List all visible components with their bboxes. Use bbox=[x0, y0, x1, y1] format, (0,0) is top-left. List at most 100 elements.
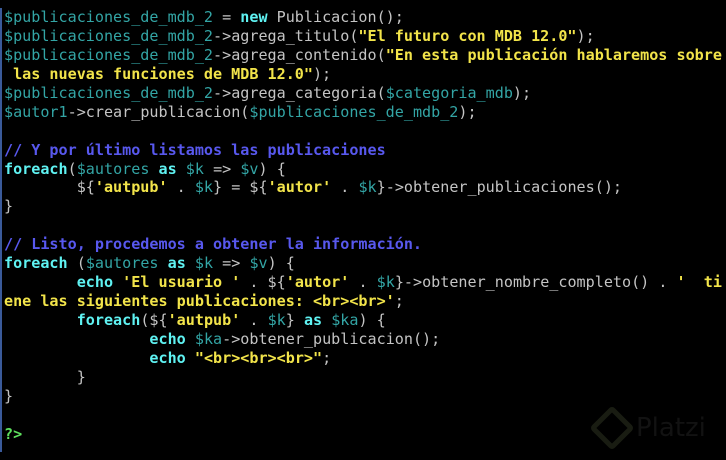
variable-token: $categoria_mdb bbox=[385, 83, 513, 102]
code-line: $publicaciones_de_mdb_2->agrega_titulo("… bbox=[4, 27, 722, 46]
plain-token: = bbox=[213, 8, 241, 26]
plain-token: ->agrega_contenido( bbox=[213, 45, 386, 64]
plain-token: . bbox=[167, 178, 195, 197]
keyword-token: new bbox=[240, 8, 268, 26]
string-token: ' ti bbox=[676, 273, 722, 292]
code-line: $publicaciones_de_mdb_2 = new Publicacio… bbox=[4, 8, 722, 27]
variable-token: $autores bbox=[85, 254, 159, 273]
comment-token: // Listo, procedemos a obtener la inform… bbox=[4, 235, 423, 254]
string-token: 'autpub' bbox=[167, 311, 241, 329]
plain-token: ->crear_publicacion( bbox=[67, 102, 250, 121]
string-token: 'autor' bbox=[285, 273, 350, 292]
variable-token: $k bbox=[267, 311, 286, 329]
keyword-token: echo bbox=[149, 329, 186, 348]
variable-token: $ka bbox=[331, 311, 359, 329]
plain-token: => bbox=[213, 254, 250, 273]
plain-token: . bbox=[240, 311, 268, 329]
variable-token: $k bbox=[376, 273, 395, 292]
string-token: "En esta publicación hablaremos sobre bbox=[385, 45, 722, 64]
keyword-token: echo bbox=[76, 273, 114, 292]
code-line: // Y por último listamos las publicacion… bbox=[4, 141, 722, 160]
code-line: ene las siguientes publicaciones: <br><b… bbox=[4, 292, 722, 311]
keyword-token: as bbox=[303, 311, 323, 329]
string-token: "<br><br><br>" bbox=[194, 348, 323, 367]
plain-token: ); bbox=[458, 102, 477, 121]
variable-token: $publicaciones_de_mdb_2 bbox=[4, 26, 214, 45]
keyword-token: foreach bbox=[76, 311, 141, 329]
code-area[interactable]: $publicaciones_de_mdb_2 = new Publicacio… bbox=[4, 8, 722, 444]
plain-token: } bbox=[4, 386, 14, 405]
plain-token: ); bbox=[312, 64, 332, 83]
string-token: 'autor' bbox=[267, 178, 332, 197]
string-token: 'El usuario ' bbox=[122, 273, 241, 292]
plain-token: Publicacion(); bbox=[267, 8, 404, 26]
code-line: echo "<br><br><br>"; bbox=[4, 349, 722, 368]
code-line: las nuevas funciones de MDB 12.0"); bbox=[4, 65, 722, 84]
variable-token: $v bbox=[249, 254, 268, 273]
plain-token: ( bbox=[67, 254, 86, 273]
keyword-token: foreach bbox=[4, 159, 68, 178]
keyword-token: as bbox=[167, 254, 186, 273]
code-line: echo $ka->obtener_publicacion(); bbox=[4, 330, 722, 349]
plain-token: . ${ bbox=[240, 273, 286, 292]
comment-token: // Y por último listamos las publicacion… bbox=[4, 140, 386, 159]
plain-token: . bbox=[349, 273, 377, 292]
keyword-token: echo bbox=[149, 348, 186, 367]
plain-token: ) { bbox=[358, 311, 386, 329]
variable-token: $autor1 bbox=[4, 102, 68, 121]
code-line: echo 'El usuario ' . ${'autor' . $k}->ob… bbox=[4, 273, 722, 292]
keyword-token: foreach bbox=[4, 254, 68, 273]
plain-token: ${ bbox=[4, 178, 95, 197]
variable-token: $v bbox=[240, 159, 259, 178]
plain-token: ->agrega_titulo( bbox=[213, 26, 359, 45]
code-line: $publicaciones_de_mdb_2->agrega_contenid… bbox=[4, 46, 722, 65]
plain-token: ( bbox=[67, 159, 77, 178]
code-line: } bbox=[4, 197, 722, 216]
code-line: $publicaciones_de_mdb_2->agrega_categori… bbox=[4, 84, 722, 103]
variable-token: $k bbox=[194, 254, 214, 273]
variable-token: $ka bbox=[194, 329, 223, 348]
plain-token: } bbox=[4, 367, 86, 386]
plain-token: (${ bbox=[140, 311, 168, 329]
string-token: las nuevas funciones de MDB 12.0" bbox=[4, 64, 313, 83]
plain-token: ->obtener_publicacion(); bbox=[222, 329, 441, 348]
php-tag-token: ?> bbox=[4, 424, 23, 443]
plain-token: ->agrega_categoria( bbox=[213, 83, 386, 102]
code-line: // Listo, procedemos a obtener la inform… bbox=[4, 235, 722, 254]
plain-token: ; bbox=[322, 348, 332, 367]
variable-token: $publicaciones_de_mdb_2 bbox=[4, 45, 214, 64]
string-token: 'autpub' bbox=[94, 178, 168, 197]
watermark-text: Platzi bbox=[636, 413, 706, 443]
code-line: ${'autpub' . $k} = ${'autor' . $k}->obte… bbox=[4, 178, 722, 197]
string-token: "El futuro con MDB 12.0" bbox=[358, 26, 577, 45]
code-line: foreach($autores as $k => $v) { bbox=[4, 160, 722, 179]
plain-token: ; bbox=[394, 292, 404, 311]
plain-token: } = ${ bbox=[213, 178, 268, 197]
plain-token: ) { bbox=[267, 254, 295, 273]
variable-token: $k bbox=[194, 178, 214, 197]
cursor-line-marker bbox=[0, 8, 2, 452]
code-editor[interactable]: $publicaciones_de_mdb_2 = new Publicacio… bbox=[0, 0, 726, 460]
variable-token: $k bbox=[358, 178, 377, 197]
code-line: $autor1->crear_publicacion($publicacione… bbox=[4, 103, 722, 122]
plain-token: ) { bbox=[258, 159, 286, 178]
platzi-watermark: Platzi bbox=[589, 405, 706, 451]
plain-token: . bbox=[331, 178, 359, 197]
code-line: foreach(${'autpub' . $k} as $ka) { bbox=[4, 311, 722, 330]
code-line: } bbox=[4, 387, 722, 406]
variable-token: $k bbox=[185, 159, 204, 178]
plain-token: }->obtener_nombre_completo() . bbox=[394, 273, 677, 292]
